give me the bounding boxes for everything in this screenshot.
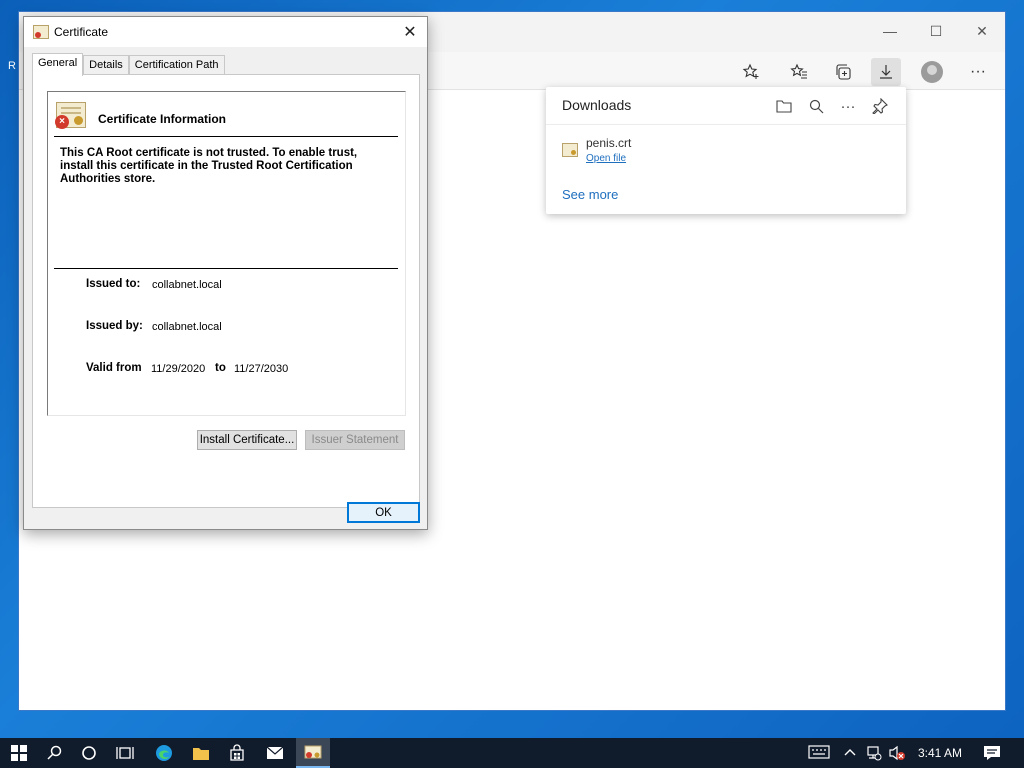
cortana-icon: [82, 746, 96, 760]
profile-button[interactable]: [917, 58, 947, 86]
certificate-dialog: Certificate ✕ General Details Certificat…: [23, 16, 428, 530]
pin-button[interactable]: [868, 95, 892, 117]
issued-to-label: Issued to:: [86, 278, 141, 290]
taskbar: 3:41 AM: [0, 738, 1024, 768]
add-favorite-icon: [742, 63, 759, 79]
certificate-taskbar-button[interactable]: [296, 738, 330, 768]
favorites-button[interactable]: [784, 58, 814, 86]
issued-by-label: Issued by:: [86, 320, 143, 332]
minimize-icon: —: [883, 23, 897, 39]
file-explorer-button[interactable]: [190, 742, 212, 764]
favorites-icon: [790, 63, 807, 79]
close-button[interactable]: ✕: [959, 18, 1005, 44]
downloads-more-button[interactable]: ···: [836, 95, 860, 117]
certificate-info-heading: Certificate Information: [98, 112, 227, 126]
downloads-icon: [880, 65, 892, 79]
error-badge-icon: ×: [55, 115, 69, 129]
more-icon: ···: [970, 63, 986, 80]
edge-taskbar-button[interactable]: [153, 742, 175, 764]
windows-logo-icon: [11, 745, 27, 761]
issued-to-value: collabnet.local: [152, 279, 222, 291]
tab-certification-path[interactable]: Certification Path: [128, 55, 225, 76]
minimize-button[interactable]: —: [867, 18, 913, 44]
more-button[interactable]: ···: [963, 58, 993, 86]
seal-icon: [74, 116, 83, 125]
store-icon: [230, 744, 244, 761]
downloads-flyout: Downloads ··· penis.crt Open file See mo…: [546, 87, 906, 214]
download-file-name[interactable]: penis.crt: [586, 136, 631, 150]
see-more-link[interactable]: See more: [562, 187, 618, 202]
search-downloads-button[interactable]: [804, 95, 828, 117]
volume-button[interactable]: [888, 745, 906, 764]
keyboard-icon: [808, 745, 830, 759]
divider: [54, 136, 398, 137]
issuer-statement-button[interactable]: Issuer Statement: [305, 430, 405, 450]
dialog-title: Certificate: [54, 25, 109, 39]
start-button[interactable]: [8, 742, 30, 764]
open-folder-button[interactable]: [772, 95, 796, 117]
desktop-icon-label: R: [8, 60, 16, 72]
install-certificate-button[interactable]: Install Certificate...: [197, 430, 297, 450]
ok-button[interactable]: OK: [347, 502, 420, 523]
maximize-button[interactable]: ☐: [913, 18, 959, 44]
mail-button[interactable]: [264, 742, 286, 764]
network-button[interactable]: [866, 745, 882, 764]
folder-icon: [193, 748, 209, 760]
taskbar-clock[interactable]: 3:41 AM: [918, 746, 962, 760]
tab-general[interactable]: General: [32, 53, 84, 76]
general-tab-panel: × Certificate Information This CA Root c…: [32, 74, 420, 508]
certificate-icon: [33, 25, 49, 39]
valid-to-value: 11/27/2030: [234, 363, 289, 375]
valid-from-label: Valid from: [86, 362, 142, 374]
close-icon: ✕: [976, 22, 988, 39]
tab-details[interactable]: Details: [83, 55, 129, 76]
tablet-mode-icon[interactable]: [808, 745, 830, 762]
network-icon: [867, 746, 882, 761]
downloads-button[interactable]: [871, 58, 901, 86]
mail-icon: [266, 746, 284, 759]
volume-muted-icon: [889, 745, 905, 761]
collections-icon: [836, 64, 851, 80]
downloads-title: Downloads: [562, 97, 632, 113]
add-favorite-button[interactable]: [736, 58, 766, 86]
store-button[interactable]: [226, 742, 248, 764]
certificate-info-box: × Certificate Information This CA Root c…: [47, 91, 406, 416]
certificate-icon: [304, 745, 322, 759]
dialog-titlebar: Certificate ✕: [24, 17, 427, 47]
more-icon: ···: [840, 97, 856, 115]
cortana-button[interactable]: [78, 742, 100, 764]
notification-icon: [984, 746, 1000, 760]
task-view-icon: [116, 747, 134, 759]
edge-icon: [156, 745, 172, 761]
dialog-close-button[interactable]: ✕: [399, 21, 421, 43]
maximize-icon: ☐: [929, 22, 943, 39]
open-file-link[interactable]: Open file: [586, 153, 626, 164]
valid-to-label: to: [215, 362, 226, 374]
search-button[interactable]: [44, 742, 66, 764]
search-icon: [47, 745, 62, 760]
show-hidden-icons-button[interactable]: [843, 745, 857, 762]
issued-by-value: collabnet.local: [152, 321, 222, 333]
dialog-tabs: General Details Certification Path: [32, 53, 225, 76]
untrusted-certificate-icon: ×: [55, 102, 86, 129]
chevron-up-icon: [844, 749, 856, 756]
search-icon: [809, 99, 823, 113]
close-icon: ✕: [403, 24, 417, 41]
profile-icon: [921, 61, 943, 83]
valid-from-value: 11/29/2020: [151, 363, 206, 375]
trust-warning-text: This CA Root certificate is not trusted.…: [60, 147, 358, 185]
task-view-button[interactable]: [114, 742, 136, 764]
divider: [54, 268, 398, 269]
downloads-header: Downloads ···: [546, 87, 906, 125]
pin-icon: [872, 98, 888, 114]
folder-icon: [776, 100, 792, 113]
collections-button[interactable]: [828, 58, 858, 86]
certificate-file-icon: [562, 143, 578, 157]
action-center-button[interactable]: [983, 745, 1001, 764]
